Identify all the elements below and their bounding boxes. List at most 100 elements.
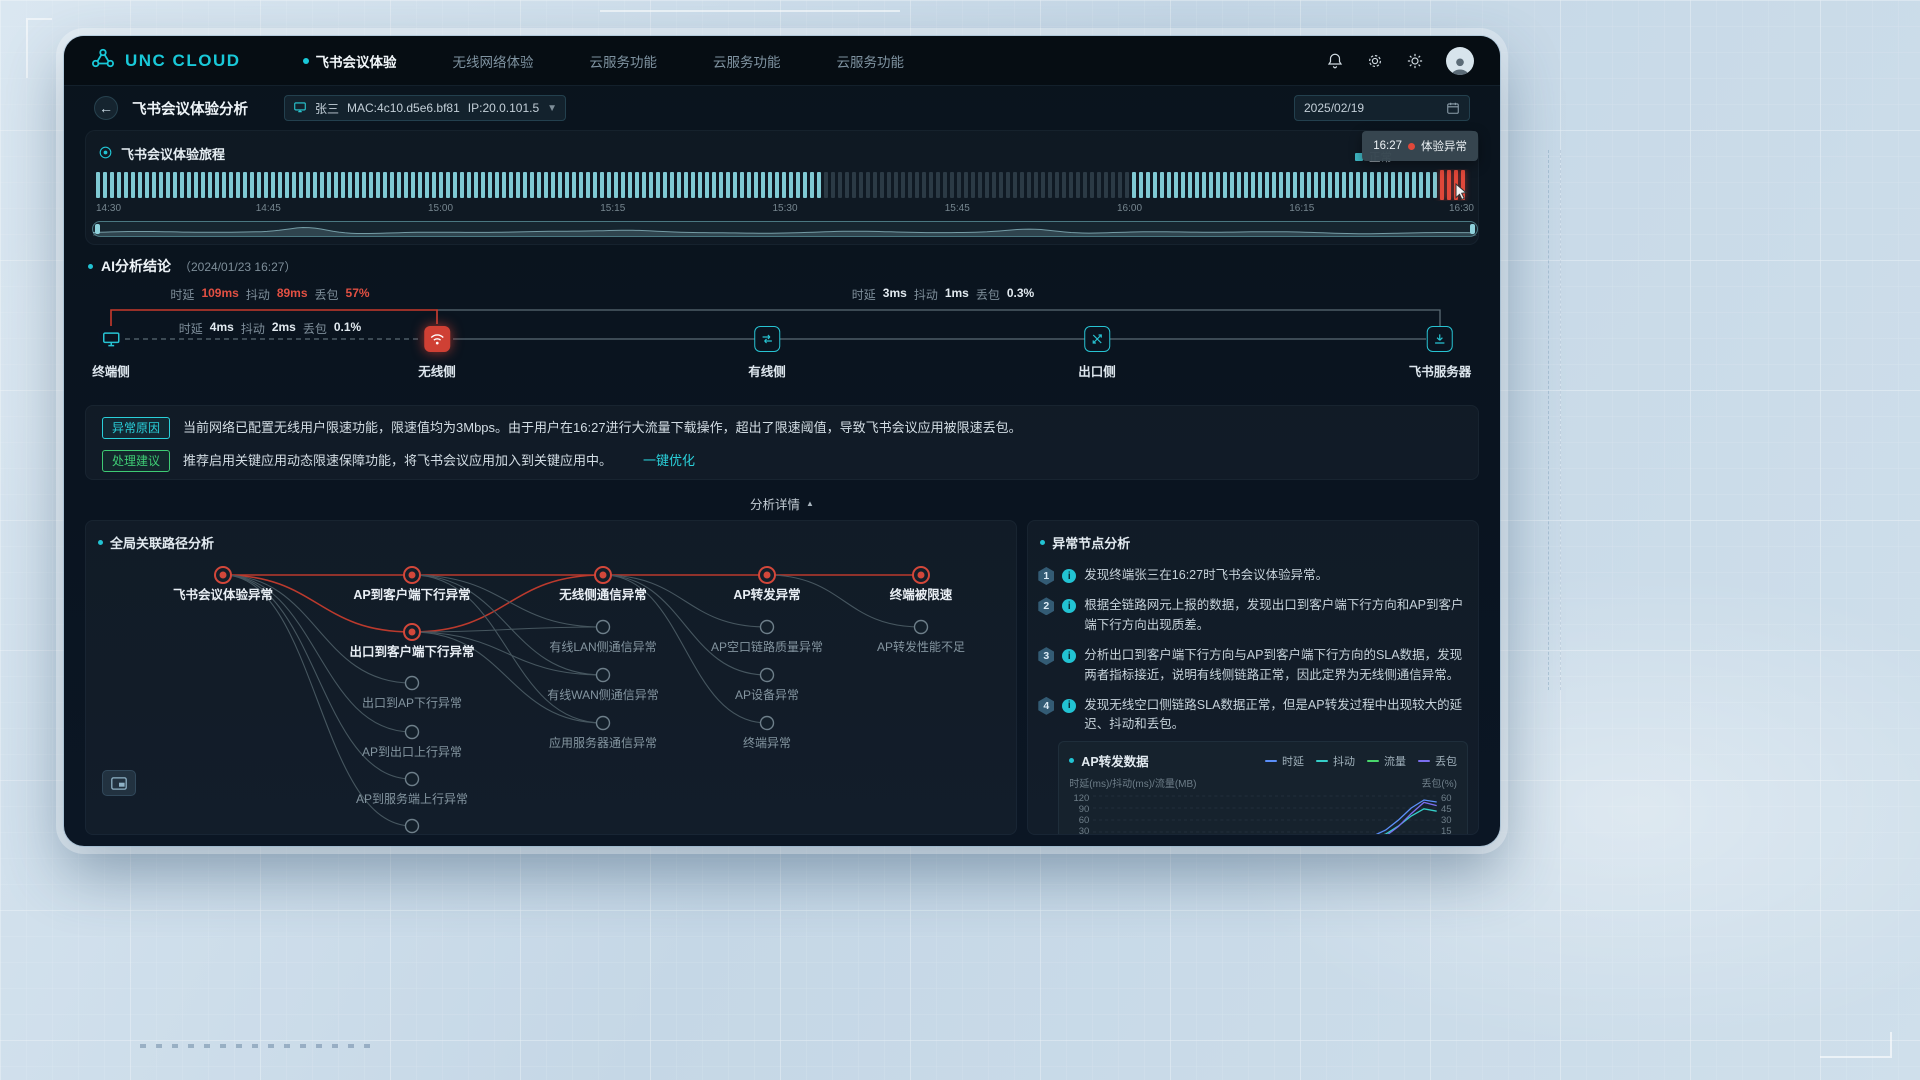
journey-bar-normal[interactable]: [467, 172, 471, 198]
journey-bar-normal[interactable]: [817, 172, 821, 198]
journey-bar-idle[interactable]: [985, 172, 989, 198]
journey-bar-normal[interactable]: [1244, 172, 1248, 198]
journey-bar-normal[interactable]: [208, 172, 212, 198]
journey-bar-normal[interactable]: [1153, 172, 1157, 198]
journey-bar-idle[interactable]: [852, 172, 856, 198]
journey-bar-normal[interactable]: [1398, 172, 1402, 198]
journey-bar-normal[interactable]: [187, 172, 191, 198]
journey-bar-normal[interactable]: [495, 172, 499, 198]
journey-bar-normal[interactable]: [1342, 172, 1346, 198]
journey-bar-normal[interactable]: [607, 172, 611, 198]
journey-bar-normal[interactable]: [138, 172, 142, 198]
journey-bar-normal[interactable]: [390, 172, 394, 198]
journey-bar-normal[interactable]: [159, 172, 163, 198]
journey-bar-normal[interactable]: [222, 172, 226, 198]
journey-bar-normal[interactable]: [1265, 172, 1269, 198]
journey-bar-idle[interactable]: [1118, 172, 1122, 198]
journey-bar-normal[interactable]: [1146, 172, 1150, 198]
journey-bar-normal[interactable]: [1328, 172, 1332, 198]
journey-bar-normal[interactable]: [369, 172, 373, 198]
journey-bar-normal[interactable]: [803, 172, 807, 198]
journey-bar-normal[interactable]: [96, 172, 100, 198]
journey-bar-normal[interactable]: [768, 172, 772, 198]
journey-bar-idle[interactable]: [908, 172, 912, 198]
journey-bar-normal[interactable]: [1321, 172, 1325, 198]
journey-bar-error[interactable]: [1447, 170, 1451, 200]
journey-bar-idle[interactable]: [1034, 172, 1038, 198]
journey-bar-normal[interactable]: [621, 172, 625, 198]
nav-item-cloud-service-1[interactable]: 云服务功能: [590, 51, 658, 71]
journey-bar-normal[interactable]: [775, 172, 779, 198]
journey-bar-normal[interactable]: [677, 172, 681, 198]
journey-bar-normal[interactable]: [537, 172, 541, 198]
journey-bar-normal[interactable]: [411, 172, 415, 198]
journey-bar-normal[interactable]: [1300, 172, 1304, 198]
journey-timeline[interactable]: [96, 169, 1474, 201]
journey-bar-normal[interactable]: [173, 172, 177, 198]
one-click-optimize-link[interactable]: 一键优化: [643, 450, 695, 469]
journey-bar-normal[interactable]: [719, 172, 723, 198]
node-wireless-side[interactable]: 无线侧: [418, 326, 456, 380]
journey-bar-normal[interactable]: [1160, 172, 1164, 198]
journey-bar-idle[interactable]: [1104, 172, 1108, 198]
journey-bar-normal[interactable]: [453, 172, 457, 198]
journey-bar-normal[interactable]: [1223, 172, 1227, 198]
journey-bar-normal[interactable]: [1132, 172, 1136, 198]
journey-bar-normal[interactable]: [481, 172, 485, 198]
journey-bar-normal[interactable]: [327, 172, 331, 198]
node-feishu-server[interactable]: 飞书服务器: [1409, 326, 1472, 380]
journey-bar-normal[interactable]: [1363, 172, 1367, 198]
journey-bar-normal[interactable]: [236, 172, 240, 198]
journey-bar-idle[interactable]: [901, 172, 905, 198]
journey-bar-idle[interactable]: [873, 172, 877, 198]
journey-bar-normal[interactable]: [663, 172, 667, 198]
journey-bar-idle[interactable]: [964, 172, 968, 198]
journey-bar-normal[interactable]: [1405, 172, 1409, 198]
node-terminal-side[interactable]: 终端侧: [92, 326, 130, 380]
journey-bar-normal[interactable]: [698, 172, 702, 198]
client-selector-dropdown[interactable]: 张三 MAC:4c10.d5e6.bf81 IP:20.0.101.5 ▼: [284, 95, 566, 121]
journey-bar-normal[interactable]: [1349, 172, 1353, 198]
journey-bar-normal[interactable]: [1139, 172, 1143, 198]
journey-bar-idle[interactable]: [1083, 172, 1087, 198]
journey-bar-normal[interactable]: [1426, 172, 1430, 198]
journey-bar-normal[interactable]: [1286, 172, 1290, 198]
journey-bar-idle[interactable]: [957, 172, 961, 198]
theme-brightness-icon[interactable]: [1406, 52, 1424, 70]
journey-bar-normal[interactable]: [810, 172, 814, 198]
journey-bar-idle[interactable]: [845, 172, 849, 198]
slider-handle-right[interactable]: [1470, 224, 1475, 234]
journey-bar-normal[interactable]: [572, 172, 576, 198]
journey-bar-idle[interactable]: [824, 172, 828, 198]
chart-legend-item[interactable]: 抖动: [1316, 753, 1355, 769]
journey-bar-normal[interactable]: [551, 172, 555, 198]
journey-bar-normal[interactable]: [117, 172, 121, 198]
journey-bar-idle[interactable]: [1006, 172, 1010, 198]
journey-bar-normal[interactable]: [754, 172, 758, 198]
journey-bar-idle[interactable]: [880, 172, 884, 198]
journey-bar-normal[interactable]: [460, 172, 464, 198]
journey-bar-normal[interactable]: [733, 172, 737, 198]
journey-bar-normal[interactable]: [1272, 172, 1276, 198]
journey-bar-normal[interactable]: [649, 172, 653, 198]
journey-bar-idle[interactable]: [1020, 172, 1024, 198]
journey-bar-idle[interactable]: [838, 172, 842, 198]
journey-bar-normal[interactable]: [1251, 172, 1255, 198]
journey-bar-normal[interactable]: [1419, 172, 1423, 198]
journey-bar-normal[interactable]: [565, 172, 569, 198]
graph-node-normal[interactable]: [406, 726, 419, 739]
journey-bar-idle[interactable]: [943, 172, 947, 198]
journey-bar-idle[interactable]: [1013, 172, 1017, 198]
journey-bar-normal[interactable]: [432, 172, 436, 198]
journey-bar-idle[interactable]: [894, 172, 898, 198]
journey-bar-normal[interactable]: [334, 172, 338, 198]
journey-bar-normal[interactable]: [1258, 172, 1262, 198]
journey-bar-normal[interactable]: [257, 172, 261, 198]
journey-bar-normal[interactable]: [264, 172, 268, 198]
journey-bar-normal[interactable]: [124, 172, 128, 198]
journey-bar-idle[interactable]: [1111, 172, 1115, 198]
journey-bar-normal[interactable]: [1335, 172, 1339, 198]
journey-bar-normal[interactable]: [1279, 172, 1283, 198]
journey-bar-normal[interactable]: [523, 172, 527, 198]
journey-bar-normal[interactable]: [306, 172, 310, 198]
